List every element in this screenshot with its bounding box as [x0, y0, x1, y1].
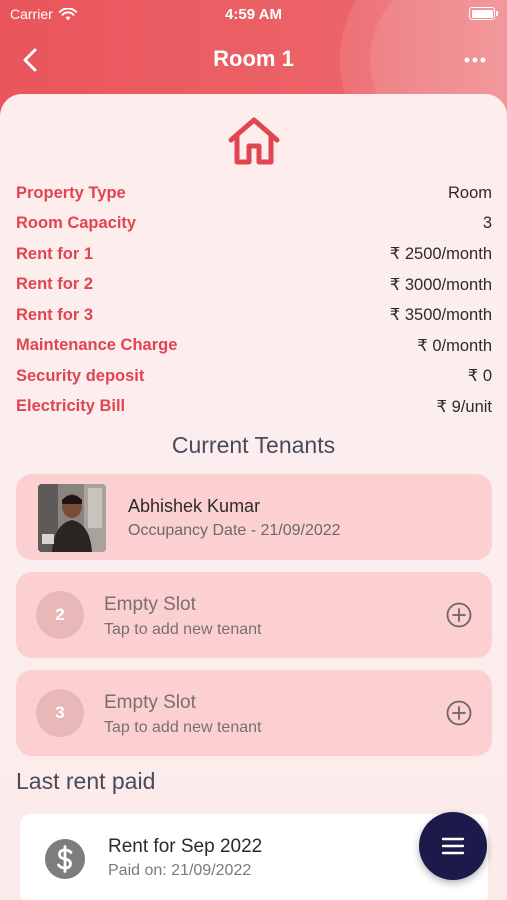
tenant-occupancy-date: Occupancy Date - 21/09/2022	[128, 522, 341, 539]
detail-value: ₹ 3500/month	[389, 306, 492, 325]
detail-row: Electricity Bill ₹ 9/unit	[16, 392, 492, 423]
rent-entry-card[interactable]: Rent for Sep 2022 Paid on: 21/09/2022	[20, 814, 488, 900]
nav-bar: Room 1	[0, 40, 507, 80]
detail-label: Electricity Bill	[16, 397, 126, 416]
detail-row: Rent for 1 ₹ 2500/month	[16, 239, 492, 270]
detail-label: Rent for 2	[16, 275, 94, 294]
detail-value: ₹ 3000/month	[389, 275, 492, 294]
slot-title: Empty Slot	[104, 594, 196, 615]
detail-label: Rent for 1	[16, 244, 94, 263]
detail-row: Rent for 2 ₹ 3000/month	[16, 270, 492, 301]
detail-row: Room Capacity 3	[16, 209, 492, 240]
dollar-icon	[45, 839, 85, 879]
detail-label: Maintenance Charge	[16, 336, 178, 355]
tenant-name: Abhishek Kumar	[128, 496, 261, 516]
slot-title: Empty Slot	[104, 692, 196, 713]
slot-number-badge: 2	[36, 591, 84, 639]
detail-row: Security deposit ₹ 0	[16, 361, 492, 392]
detail-label: Property Type	[16, 183, 126, 202]
property-details: Property Type Room Room Capacity 3 Rent fo…	[16, 178, 492, 422]
status-time: 4:59 AM	[225, 6, 282, 23]
tenant-avatar	[38, 484, 106, 552]
add-circle-icon[interactable]	[446, 700, 472, 726]
menu-icon	[441, 837, 465, 855]
detail-row: Maintenance Charge ₹ 0/month	[16, 331, 492, 362]
detail-value: ₹ 0/month	[417, 336, 492, 355]
status-bar: Carrier 4:59 AM	[0, 0, 507, 30]
detail-row: Rent for 3 ₹ 3500/month	[16, 300, 492, 331]
house-icon	[228, 117, 280, 165]
slot-subtitle: Tap to add new tenant	[104, 719, 262, 736]
last-rent-heading: Last rent paid	[16, 768, 156, 794]
detail-value: Room	[447, 183, 492, 202]
page-title: Room 1	[213, 46, 294, 71]
battery-icon	[469, 7, 498, 20]
detail-value: ₹ 9/unit	[436, 397, 492, 416]
detail-label: Security deposit	[16, 366, 145, 385]
detail-value: 3	[482, 214, 492, 233]
detail-value: ₹ 0	[467, 367, 492, 386]
detail-label: Rent for 3	[16, 305, 94, 324]
more-options-button[interactable]	[455, 46, 495, 74]
detail-value: ₹ 2500/month	[389, 245, 492, 264]
empty-slot-card[interactable]: 2 Empty Slot Tap to add new tenant	[16, 572, 492, 658]
rent-entry-title: Rent for Sep 2022	[108, 836, 263, 857]
empty-slot-card[interactable]: 3 Empty Slot Tap to add new tenant	[16, 670, 492, 756]
menu-fab-button[interactable]	[419, 812, 487, 880]
content-sheet: Property Type Room Room Capacity 3 Rent fo…	[0, 94, 507, 900]
rent-paid-date: Paid on: 21/09/2022	[108, 862, 252, 879]
current-tenants-heading: Current Tenants	[171, 432, 336, 458]
detail-row: Property Type Room	[16, 178, 492, 209]
slot-number-badge: 3	[36, 689, 84, 737]
tenant-card[interactable]: Abhishek Kumar Occupancy Date - 21/09/20…	[16, 474, 492, 560]
more-horizontal-icon	[464, 57, 486, 63]
add-circle-icon[interactable]	[446, 602, 472, 628]
detail-label: Room Capacity	[16, 214, 137, 233]
slot-subtitle: Tap to add new tenant	[104, 621, 262, 638]
